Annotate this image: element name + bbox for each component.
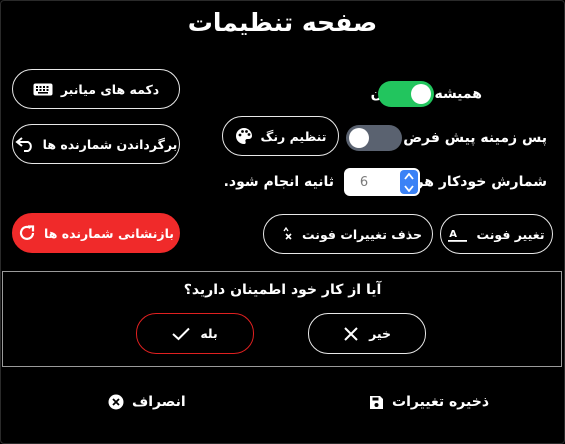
refresh-icon: [19, 225, 35, 240]
restore-counters-button[interactable]: برگرداندن شمارنده ها: [12, 124, 180, 164]
remove-font-changes-label: حذف تغییرات فونت: [302, 226, 422, 242]
toggle-knob: [411, 84, 431, 104]
always-on-top-toggle[interactable]: [378, 81, 434, 107]
svg-text:A: A: [450, 229, 458, 240]
restore-counters-label: برگرداندن شمارنده ها: [42, 136, 178, 152]
cancel-label: انصراف: [132, 394, 186, 410]
autocount-label-after: ثانیه انجام شود.: [223, 174, 334, 190]
autocount-label-before: شمارش خودکار هر: [415, 174, 547, 190]
shortcut-keys-button[interactable]: دکمه های میانبر: [12, 69, 180, 109]
confirm-question: آیا از کار خود اطمینان دارید؟: [183, 282, 382, 298]
svg-text:A: A: [274, 226, 275, 240]
spinner-buttons[interactable]: [400, 170, 418, 194]
autocount-value: 6: [359, 174, 369, 190]
toggle-knob: [349, 128, 369, 148]
check-icon: [172, 327, 191, 340]
remove-font-changes-button[interactable]: حذف تغییرات فونت A: [263, 214, 433, 254]
close-x-icon: [344, 326, 358, 341]
keyboard-icon: [33, 83, 53, 95]
confirm-yes-label: بله: [200, 326, 218, 341]
circle-x-icon: [108, 394, 124, 410]
confirm-yes-button[interactable]: بله: [136, 313, 254, 354]
change-font-label: تغییر فونت: [476, 226, 545, 242]
dialog-title: صفحه تنظیمات: [187, 8, 378, 37]
autocount-seconds-input[interactable]: 6: [344, 168, 420, 196]
default-background-toggle[interactable]: [346, 125, 402, 151]
shortcut-keys-label: دکمه های میانبر: [60, 81, 160, 97]
cancel-button[interactable]: انصراف: [108, 394, 186, 410]
font-size-icon: A A: [448, 226, 468, 242]
change-font-button[interactable]: تغییر فونت A A: [440, 214, 553, 254]
spinner-down-icon[interactable]: [404, 184, 414, 192]
confirm-no-button[interactable]: خیر: [308, 313, 426, 354]
confirm-no-label: خیر: [369, 326, 391, 341]
set-color-label: تنظیم رنگ: [260, 128, 327, 144]
reset-counters-label: بازنشانی شمارنده ها: [44, 225, 174, 241]
floppy-disk-icon: [370, 395, 383, 409]
default-background-label: پس زمینه پیش فرض: [403, 130, 547, 146]
set-color-button[interactable]: تنظیم رنگ: [222, 116, 339, 156]
undo-arrow-icon: [15, 137, 32, 152]
clear-format-icon: A: [274, 226, 292, 240]
spinner-up-icon[interactable]: [404, 172, 414, 180]
reset-counters-button[interactable]: بازنشانی شمارنده ها: [12, 213, 180, 253]
save-changes-label: ذخیره تغییرات: [392, 394, 490, 410]
palette-icon: [235, 128, 252, 144]
save-changes-button[interactable]: ذخیره تغییرات: [369, 394, 489, 410]
